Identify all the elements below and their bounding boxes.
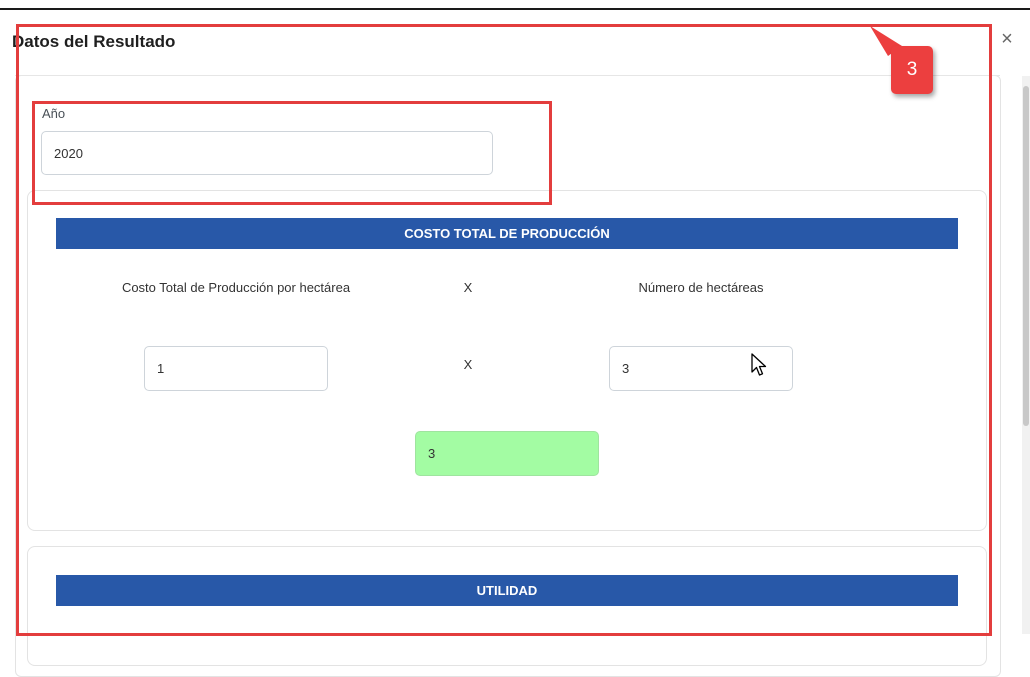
annotation-badge: 3	[891, 46, 933, 94]
scrollbar-thumb[interactable]	[1023, 86, 1029, 426]
mouse-pointer-icon	[751, 353, 767, 376]
annotation-modal-box	[16, 24, 992, 636]
close-icon[interactable]: ×	[997, 28, 1017, 50]
window-top-border	[0, 8, 1030, 10]
